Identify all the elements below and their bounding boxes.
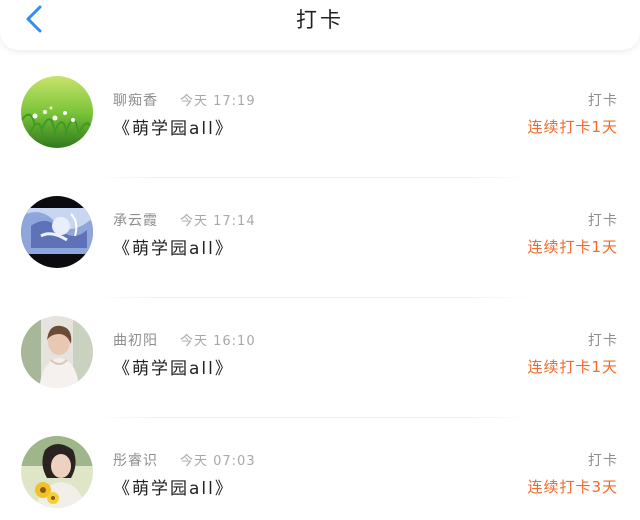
anime-photo <box>21 196 93 268</box>
streak-badge: 连续打卡1天 <box>527 118 618 136</box>
flower-photo <box>21 436 93 508</box>
checkin-time: 今天 17:19 <box>180 94 256 109</box>
list-item[interactable]: 承云霞 今天 17:14 《萌学园all》 打卡 连续打卡1天 <box>0 178 640 298</box>
checkin-time: 今天 17:14 <box>180 214 256 229</box>
course-title[interactable]: 《萌学园all》 <box>113 354 234 379</box>
checkin-page: 打卡 聊痴香 今天 17:19 《萌学园all》 打卡 连续打卡1天 承云霞 今… <box>0 0 640 520</box>
user-name[interactable]: 承云霞 <box>113 210 158 230</box>
checkin-label: 打卡 <box>588 213 618 229</box>
user-name[interactable]: 曲初阳 <box>113 330 158 350</box>
page-title: 打卡 <box>296 8 344 32</box>
list-item[interactable]: 曲初阳 今天 16:10 《萌学园all》 打卡 连续打卡1天 <box>0 298 640 418</box>
portrait-photo <box>21 316 93 388</box>
streak-badge: 连续打卡3天 <box>527 478 618 496</box>
checkin-list: 聊痴香 今天 17:19 《萌学园all》 打卡 连续打卡1天 承云霞 今天 1… <box>0 58 640 520</box>
list-item[interactable]: 彤睿识 今天 07:03 《萌学园all》 打卡 连续打卡3天 <box>0 418 640 520</box>
user-name[interactable]: 聊痴香 <box>113 90 158 110</box>
avatar[interactable] <box>21 76 93 148</box>
checkin-label: 打卡 <box>588 453 618 469</box>
course-title[interactable]: 《萌学园all》 <box>113 234 234 259</box>
checkin-time: 今天 16:10 <box>180 334 256 349</box>
grass-photo <box>21 76 93 148</box>
user-name[interactable]: 彤睿识 <box>113 450 158 470</box>
checkin-time: 今天 07:03 <box>180 454 256 469</box>
course-title[interactable]: 《萌学园all》 <box>113 474 234 499</box>
streak-badge: 连续打卡1天 <box>527 238 618 256</box>
top-bar: 打卡 <box>0 0 640 50</box>
checkin-label: 打卡 <box>588 93 618 109</box>
avatar[interactable] <box>21 196 93 268</box>
checkin-label: 打卡 <box>588 333 618 349</box>
course-title[interactable]: 《萌学园all》 <box>113 114 234 139</box>
streak-badge: 连续打卡1天 <box>527 358 618 376</box>
list-item[interactable]: 聊痴香 今天 17:19 《萌学园all》 打卡 连续打卡1天 <box>0 58 640 178</box>
avatar[interactable] <box>21 436 93 508</box>
avatar[interactable] <box>21 316 93 388</box>
